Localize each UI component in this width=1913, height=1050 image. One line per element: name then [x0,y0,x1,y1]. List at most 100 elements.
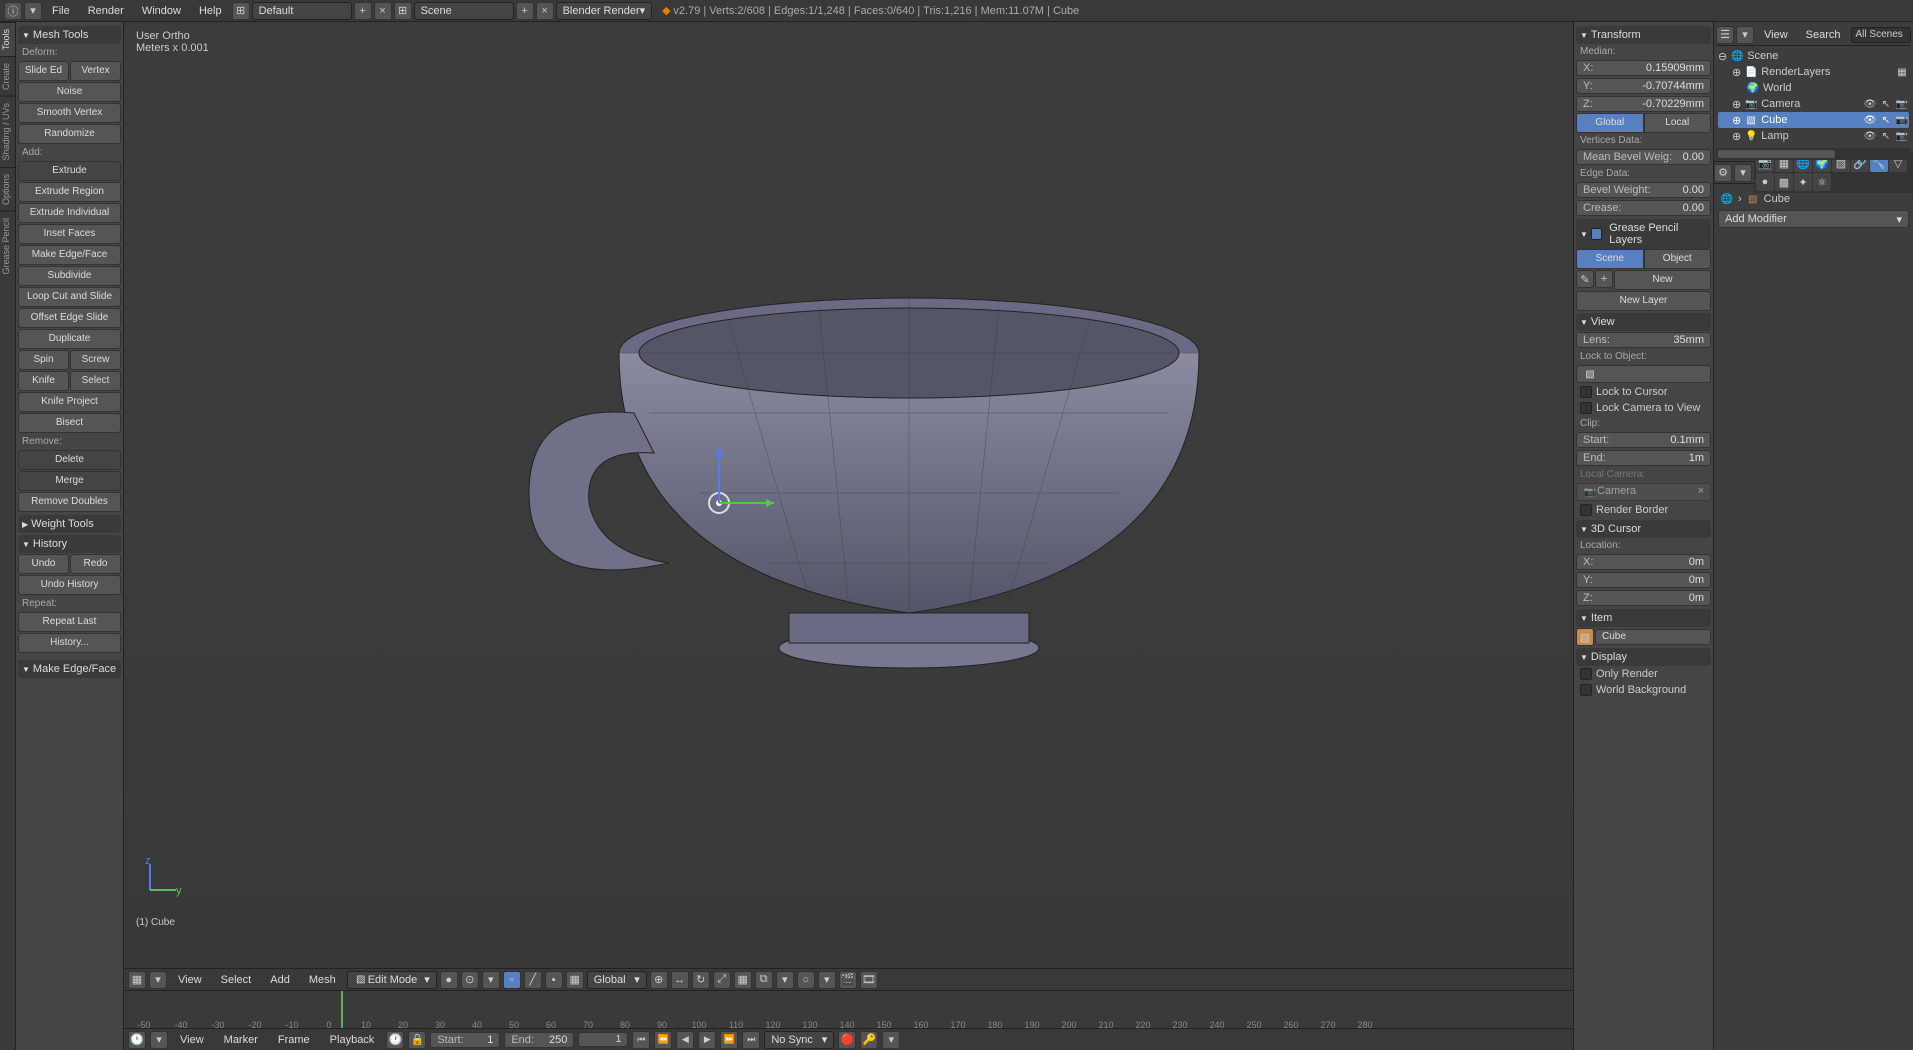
visibility-icon[interactable]: 👁 [1863,129,1877,143]
outliner-expand-icon[interactable]: ▾ [1736,26,1754,44]
history-header[interactable]: History [18,535,121,553]
lock-camera-checkbox[interactable]: Lock Camera to View [1576,400,1711,416]
gp-enable-checkbox[interactable] [1591,228,1602,240]
item-name-field[interactable]: Cube [1595,629,1711,645]
render-engine-dropdown[interactable]: Blender Render▾ [556,2,653,20]
history-menu-button[interactable]: History... [18,633,121,653]
lock-range-icon[interactable]: 🔒 [408,1031,426,1049]
shading-solid-icon[interactable]: ● [440,971,458,989]
breadcrumb-scene-icon[interactable]: 🌐 [1720,192,1734,206]
render-anim-icon[interactable]: 🎞 [860,971,878,989]
outliner-filter-dropdown[interactable]: All Scenes [1851,27,1911,43]
layout-delete-icon[interactable]: × [374,2,392,20]
use-preview-range-icon[interactable]: 🕐 [386,1031,404,1049]
mean-bevel-field[interactable]: Mean Bevel Weig:0.00 [1576,149,1711,165]
weight-tools-header[interactable]: Weight Tools [18,515,121,533]
sync-dropdown[interactable]: No Sync▾ [764,1031,834,1049]
scene-add-icon[interactable]: + [516,2,534,20]
spin-button[interactable]: Spin [18,350,69,370]
render-preview-icon[interactable]: 🎬 [839,971,857,989]
smooth-vertex-button[interactable]: Smooth Vertex [18,103,121,123]
last-operator-header[interactable]: Make Edge/Face [18,660,121,678]
bevel-weight-field[interactable]: Bevel Weight:0.00 [1576,182,1711,198]
scene-field[interactable]: Scene [414,2,514,20]
cursor-x-field[interactable]: X:0m [1576,554,1711,570]
properties-expand-icon[interactable]: ▾ [1734,164,1752,182]
outliner-cube[interactable]: ⊕▧Cube👁↖📷 [1718,112,1909,128]
global-toggle[interactable]: Global [1576,113,1644,133]
lock-cursor-checkbox[interactable]: Lock to Cursor [1576,384,1711,400]
lock-object-field[interactable]: ▧ [1576,365,1711,383]
crease-field[interactable]: Crease:0.00 [1576,200,1711,216]
subdivide-button[interactable]: Subdivide [18,266,121,286]
extrude-button[interactable]: Extrude [18,161,121,181]
merge-button[interactable]: Merge [18,471,121,491]
randomize-button[interactable]: Randomize [18,124,121,144]
layers-icon[interactable]: ▦ [734,971,752,989]
pivot-mode-icon[interactable]: ▾ [482,971,500,989]
timeline-cursor[interactable] [341,991,343,1030]
timeline-menu-view[interactable]: View [172,1032,212,1048]
extrude-individual-button[interactable]: Extrude Individual [18,203,121,223]
renderable-icon[interactable]: 📷 [1895,129,1909,143]
extrude-region-button[interactable]: Extrude Region [18,182,121,202]
view3d-menu-view[interactable]: View [170,972,210,988]
play-icon[interactable]: ▶ [698,1031,716,1049]
undo-button[interactable]: Undo [18,554,69,574]
outliner-renderlayers[interactable]: ⊕📄RenderLayers▦ [1718,64,1909,80]
scene-browse-icon[interactable]: ⊞ [394,2,412,20]
knife-button[interactable]: Knife [18,371,69,391]
visibility-icon[interactable]: 👁 [1863,97,1877,111]
bisect-button[interactable]: Bisect [18,413,121,433]
gp-add-icon[interactable]: + [1595,270,1613,288]
outliner-menu-view[interactable]: View [1756,27,1796,43]
make-edge-face-button[interactable]: Make Edge/Face [18,245,121,265]
grease-pencil-header[interactable]: Grease Pencil Layers [1576,219,1711,249]
start-frame-field[interactable]: Start:1 [430,1032,500,1048]
outliner-world[interactable]: 🌍World [1718,80,1909,96]
knife-project-button[interactable]: Knife Project [18,392,121,412]
vertex-select-icon[interactable]: ▫ [503,971,521,989]
vertex-button[interactable]: Vertex [70,61,121,81]
duplicate-button[interactable]: Duplicate [18,329,121,349]
gp-object-toggle[interactable]: Object [1644,249,1712,269]
outliner-scrollbar[interactable] [1716,148,1911,160]
loop-cut-button[interactable]: Loop Cut and Slide [18,287,121,307]
median-y-field[interactable]: Y:-0.70744mm [1576,78,1711,94]
timeline-menu-playback[interactable]: Playback [322,1032,383,1048]
menu-file[interactable]: File [44,3,78,19]
item-panel-header[interactable]: Item [1576,609,1711,627]
tab-shading-uvs[interactable]: Shading / UVs [0,96,15,167]
render-border-checkbox[interactable]: Render Border [1576,502,1711,518]
play-reverse-icon[interactable]: ◀ [676,1031,694,1049]
editor-type-icon[interactable]: ⓘ [4,2,22,20]
selectable-icon[interactable]: ↖ [1879,113,1893,127]
face-select-icon[interactable]: ▪ [545,971,563,989]
translate-manip-icon[interactable]: ↔ [671,971,689,989]
add-modifier-dropdown[interactable]: Add Modifier▾ [1718,210,1909,228]
view-panel-header[interactable]: View [1576,313,1711,331]
tab-tools[interactable]: Tools [0,22,15,56]
cursor-y-field[interactable]: Y:0m [1576,572,1711,588]
3d-viewport[interactable]: User Ortho Meters x 0.001 [124,22,1573,968]
renderable-icon[interactable]: 📷 [1895,113,1909,127]
remove-doubles-button[interactable]: Remove Doubles [18,492,121,512]
menu-render[interactable]: Render [80,3,132,19]
view3d-menu-mesh[interactable]: Mesh [301,972,344,988]
keyframe-prev-icon[interactable]: ⏪ [654,1031,672,1049]
timeline-expand-icon[interactable]: ▾ [150,1031,168,1049]
timeline-editor-icon[interactable]: 🕐 [128,1031,146,1049]
snap-type-icon[interactable]: ▾ [776,971,794,989]
clip-end-field[interactable]: End:1m [1576,450,1711,466]
scale-manip-icon[interactable]: ⤢ [713,971,731,989]
display-panel-header[interactable]: Display [1576,648,1711,666]
inset-faces-button[interactable]: Inset Faces [18,224,121,244]
layout-field[interactable]: Default [252,2,352,20]
selectable-icon[interactable]: ↖ [1879,97,1893,111]
gp-new-layer-button[interactable]: New Layer [1576,291,1711,311]
gp-scene-toggle[interactable]: Scene [1576,249,1644,269]
local-camera-field[interactable]: 📷Camera× [1576,483,1711,501]
noise-button[interactable]: Noise [18,82,121,102]
slide-edge-button[interactable]: Slide Ed [18,61,69,81]
timeline-ruler[interactable]: -50-40-30-20-100102030405060708090100110… [124,991,1573,1031]
